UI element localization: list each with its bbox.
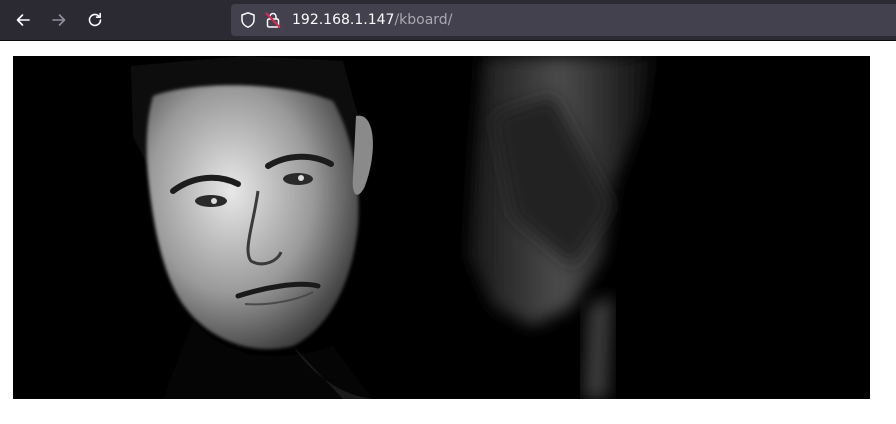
back-button[interactable] — [8, 5, 38, 35]
url-text[interactable]: 192.168.1.147/kboard/ — [292, 11, 452, 29]
address-bar[interactable]: 192.168.1.147/kboard/ — [231, 4, 896, 36]
url-path: /kboard/ — [394, 12, 453, 28]
shield-icon[interactable] — [239, 11, 257, 29]
arrow-left-icon — [16, 14, 30, 26]
banner-image — [13, 56, 870, 399]
reload-icon — [88, 12, 102, 27]
insecure-lock-icon[interactable] — [264, 11, 282, 29]
portrait-photo — [13, 56, 870, 399]
reload-button[interactable] — [80, 5, 110, 35]
forward-button[interactable] — [44, 5, 74, 35]
page-content — [0, 42, 896, 424]
url-host: 192.168.1.147 — [292, 12, 395, 28]
browser-toolbar: 192.168.1.147/kboard/ — [0, 0, 896, 41]
arrow-right-icon — [52, 14, 66, 26]
